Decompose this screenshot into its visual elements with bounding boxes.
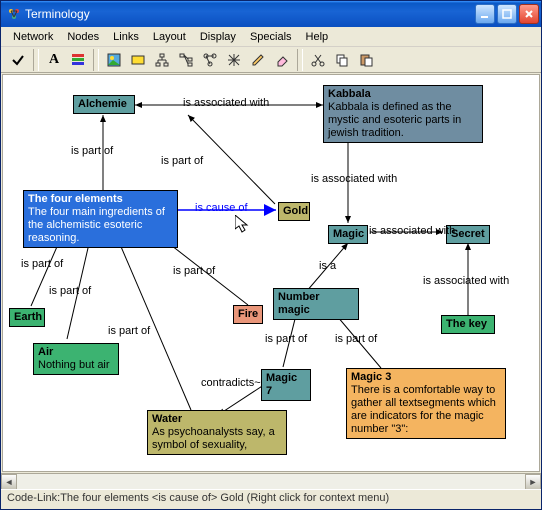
edge-label: is associated with <box>311 173 397 185</box>
node-desc: As psychoanalysts say, a symbol of sexua… <box>152 426 275 451</box>
node-air[interactable]: AirNothing but air <box>33 343 119 375</box>
statusbar: Code-Link:The four elements <is cause of… <box>1 489 541 509</box>
node-magic[interactable]: Magic <box>328 225 368 244</box>
node-title: Magic 7 <box>266 372 297 397</box>
node-title: The four elements <box>28 193 123 205</box>
edge-label: is cause of <box>195 202 248 214</box>
hierarchy-icon[interactable] <box>151 49 173 71</box>
menu-display[interactable]: Display <box>194 29 242 45</box>
edge-label: is part of <box>71 145 113 157</box>
scroll-left-button[interactable]: ◄ <box>1 474 17 490</box>
node-title: Air <box>38 346 53 358</box>
menu-specials[interactable]: Specials <box>244 29 298 45</box>
node-title: The key <box>446 318 487 330</box>
node-gold[interactable]: Gold <box>278 202 310 221</box>
network-icon[interactable] <box>199 49 221 71</box>
node-title: Fire <box>238 308 258 320</box>
minimize-button[interactable] <box>475 4 495 24</box>
edge-label: is part of <box>173 265 215 277</box>
scroll-track[interactable] <box>17 474 525 489</box>
text-icon[interactable]: A <box>43 49 65 71</box>
titlebar[interactable]: Terminology <box>1 1 541 27</box>
menu-help[interactable]: Help <box>300 29 335 45</box>
app-icon <box>7 7 21 21</box>
node-magic7[interactable]: Magic 7 <box>261 369 311 401</box>
edge-label: is part of <box>108 325 150 337</box>
status-text: Code-Link:The four elements <is cause of… <box>7 492 389 504</box>
app-window: Terminology Network Nodes Links Layout D… <box>0 0 542 510</box>
scroll-right-button[interactable]: ► <box>525 474 541 490</box>
node-desc: Kabbala is defined as the mystic and eso… <box>328 101 461 139</box>
edge-label: is part of <box>49 285 91 297</box>
edge-label: is part of <box>21 258 63 270</box>
node-desc: There is a comfortable way to gather all… <box>351 384 496 435</box>
node-desc: Nothing but air <box>38 359 110 371</box>
menu-layout[interactable]: Layout <box>147 29 192 45</box>
node-title: Water <box>152 413 182 425</box>
menubar: Network Nodes Links Layout Display Speci… <box>1 27 541 47</box>
close-button[interactable] <box>519 4 539 24</box>
edge-label: is part of <box>335 333 377 345</box>
note-icon[interactable] <box>127 49 149 71</box>
node-desc: The four main ingredients of the alchemi… <box>28 206 165 244</box>
node-title: Alchemie <box>78 98 127 110</box>
node-alchemie[interactable]: Alchemie <box>73 95 135 114</box>
node-the-key[interactable]: The key <box>441 315 495 334</box>
cut-icon[interactable] <box>307 49 329 71</box>
edge-label: is associated with <box>423 275 509 287</box>
paste-icon[interactable] <box>355 49 377 71</box>
toolbar: A <box>1 47 541 73</box>
edge-label: is a <box>319 260 336 272</box>
node-title: Magic <box>333 228 364 240</box>
edge-label: contradicts~ <box>201 377 261 389</box>
burst-icon[interactable] <box>223 49 245 71</box>
edge-label: is part of <box>161 155 203 167</box>
node-title: Secret <box>451 228 485 240</box>
node-title: Magic 3 <box>351 371 391 383</box>
node-four-elements[interactable]: The four elementsThe four main ingredien… <box>23 190 178 248</box>
picture-icon[interactable] <box>103 49 125 71</box>
node-earth[interactable]: Earth <box>9 308 45 327</box>
node-kabbala[interactable]: KabbalaKabbala is defined as the mystic … <box>323 85 483 143</box>
pencil-icon[interactable] <box>247 49 269 71</box>
maximize-button[interactable] <box>497 4 517 24</box>
eraser-icon[interactable] <box>271 49 293 71</box>
check-icon[interactable] <box>7 49 29 71</box>
window-title: Terminology <box>25 7 475 21</box>
copy-icon[interactable] <box>331 49 353 71</box>
tree-icon[interactable] <box>175 49 197 71</box>
menu-nodes[interactable]: Nodes <box>61 29 105 45</box>
node-title: Number magic <box>278 291 320 316</box>
node-magic3[interactable]: Magic 3There is a comfortable way to gat… <box>346 368 506 439</box>
scrollbar-horizontal[interactable]: ◄ ► <box>1 473 541 489</box>
node-title: Gold <box>283 205 308 217</box>
node-water[interactable]: WaterAs psychoanalysts say, a symbol of … <box>147 410 287 455</box>
canvas[interactable]: Alchemie KabbalaKabbala is defined as th… <box>2 74 540 472</box>
menu-links[interactable]: Links <box>107 29 145 45</box>
menu-network[interactable]: Network <box>7 29 59 45</box>
color-icon[interactable] <box>67 49 89 71</box>
edge-label-assoc: is associated with <box>369 225 455 237</box>
node-fire[interactable]: Fire <box>233 305 263 324</box>
node-title: Kabbala <box>328 88 371 100</box>
node-title: Earth <box>14 311 42 323</box>
edge-label: is part of <box>265 333 307 345</box>
node-number-magic[interactable]: Number magic <box>273 288 359 320</box>
edge-label: is associated with <box>183 97 269 109</box>
